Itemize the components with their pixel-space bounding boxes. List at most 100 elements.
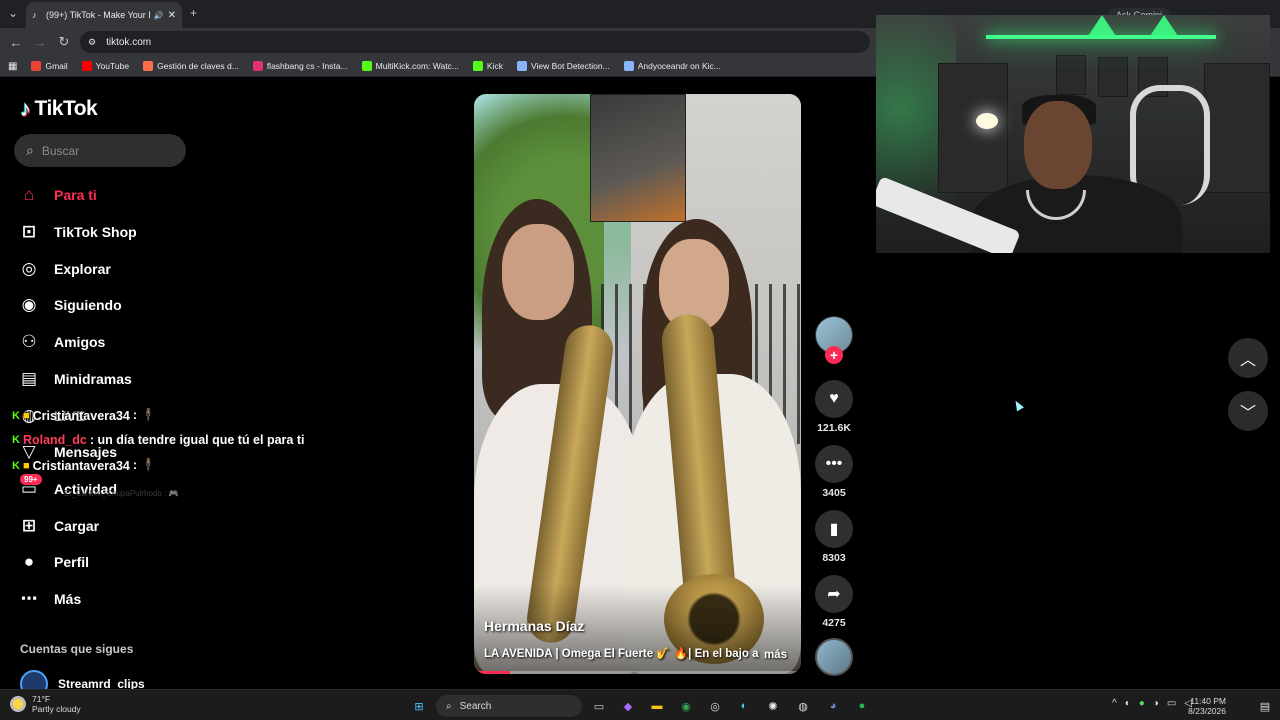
more-icon: ⋯ — [20, 589, 38, 608]
site-info-icon[interactable]: ⚙ — [88, 37, 96, 48]
discord-icon[interactable]: ◕ — [824, 697, 842, 715]
forward-icon[interactable]: → — [28, 35, 52, 50]
weather-widget[interactable]: 71°F Partly cloudy — [10, 694, 81, 714]
tab-close-icon[interactable]: ✕ — [168, 10, 176, 21]
chat-text: : 🕴 — [132, 408, 157, 422]
bookmark-item[interactable]: Gmail — [31, 61, 68, 71]
notification-icon[interactable]: ▤ — [1256, 697, 1274, 715]
sidebar-item-explorar[interactable]: ◎ Explorar — [18, 258, 111, 280]
profile-icon: ● — [23, 552, 35, 571]
bookmark-item[interactable]: YouTube — [81, 61, 129, 71]
chat-user: Cristiantavera34 — [32, 408, 130, 423]
follow-plus-button[interactable]: + — [825, 346, 843, 364]
reload-icon[interactable]: ↻ — [52, 34, 76, 50]
chrome-icon[interactable]: ◉ — [677, 697, 695, 715]
sidebar-item-label: TikTok Shop — [54, 224, 137, 240]
shop-icon: ⊡ — [21, 222, 37, 241]
sidebar-item-label: Siguiendo — [54, 297, 122, 313]
avatar-icon: ◉ — [21, 295, 37, 314]
music-disc-avatar[interactable] — [815, 638, 853, 676]
bookmark-label: Andyoceandr on Kic... — [637, 61, 721, 71]
more-link[interactable]: más — [764, 649, 787, 661]
bookmark-favicon-icon — [252, 61, 263, 71]
search-placeholder: Buscar — [41, 143, 80, 158]
copilot-icon[interactable]: ◆ — [619, 697, 637, 715]
mic-icon[interactable]: ● — [1139, 698, 1145, 709]
tab-list-icon[interactable]: ⌄ — [8, 6, 18, 20]
bookmark-item[interactable]: Andyoceandr on Kic... — [623, 61, 721, 71]
new-tab-icon[interactable]: + — [190, 6, 197, 20]
kick-icon: K — [12, 459, 20, 472]
acoustic-panel — [938, 63, 1008, 193]
video-progress[interactable] — [474, 671, 801, 674]
bookmark-item[interactable]: Gestión de claves d... — [143, 61, 239, 71]
bookmark-item[interactable]: MultiKick.com: Watc... — [361, 61, 459, 71]
share-count: 4275 — [822, 617, 846, 629]
system-tray[interactable]: ^ ◐ ● ◑ ▭ ◁ — [1112, 698, 1192, 709]
app-icon[interactable]: ✺ — [764, 697, 782, 715]
tiktok-logo[interactable]: ♪ TikTok — [20, 96, 98, 122]
share-icon[interactable]: ➦ — [815, 575, 853, 613]
back-icon[interactable]: ← — [4, 35, 28, 50]
home-icon: ⌂ — [23, 185, 35, 204]
chevron-up-icon[interactable]: ^ — [1112, 698, 1117, 709]
sidebar-item-tiktok-shop[interactable]: ⊡ TikTok Shop — [18, 221, 137, 243]
sidebar-item-cargar[interactable]: ⊞ Cargar — [18, 515, 99, 537]
friends-icon: ⚇ — [21, 332, 37, 351]
search-input[interactable]: ⌕ Buscar — [14, 134, 186, 167]
taskbar-search[interactable]: ⌕ Search — [436, 695, 582, 717]
sidebar-item-amigos[interactable]: ⚇ Amigos — [18, 331, 105, 353]
bookmark-item[interactable]: flashbang cs - Insta... — [252, 61, 348, 71]
spotify-icon[interactable]: ● — [853, 697, 871, 715]
windows-start-icon[interactable]: ⊞ — [410, 697, 428, 715]
heart-icon[interactable]: ♥ — [815, 380, 853, 418]
bookmark-item[interactable]: View Bot Detection... — [516, 61, 610, 71]
edge-icon[interactable]: ◐ — [735, 697, 753, 715]
sidebar-item-más[interactable]: ⋯ Más — [18, 588, 82, 610]
apps-icon[interactable]: ▦ — [8, 61, 17, 72]
address-bar[interactable]: ⚙ tiktok.com — [80, 31, 870, 53]
clock[interactable]: 11:40 PM 8/23/2026 — [1188, 696, 1226, 716]
save-action[interactable]: ▮ 8303 — [814, 510, 854, 564]
screen: ⌄ ♪ (99+) TikTok - Make Your D... 🔊 ✕ + … — [0, 0, 1280, 720]
bookmark-favicon-icon — [361, 61, 372, 71]
app-icon[interactable]: ◎ — [706, 697, 724, 715]
weather-desc: Partly cloudy — [32, 704, 81, 714]
network-icon[interactable]: ▭ — [1167, 698, 1176, 709]
bass-player-inset — [590, 94, 686, 222]
bookmark-favicon-icon — [472, 61, 483, 71]
task-view-icon[interactable]: ▭ — [590, 697, 608, 715]
sidebar-item-minidramas[interactable]: ▤ Minidramas — [18, 368, 132, 390]
tray-app-icon[interactable]: ◐ — [1125, 698, 1131, 709]
sidebar-item-label: Explorar — [54, 261, 111, 277]
search-icon: ⌕ — [446, 700, 452, 712]
chat-user: Roland_dc — [22, 433, 87, 447]
sidebar-item-perfil[interactable]: ● Perfil — [18, 551, 89, 573]
save-count: 8303 — [822, 552, 846, 564]
chevron-down-icon[interactable]: ﹀ — [1228, 391, 1268, 431]
subscriber-icon: ■ — [22, 459, 30, 472]
sidebar-item-label: Más — [54, 591, 82, 607]
weather-icon — [10, 696, 26, 712]
obs-icon[interactable]: ◍ — [794, 697, 812, 715]
sidebar-item-siguiendo[interactable]: ◉ Siguiendo — [18, 294, 122, 316]
comment-icon[interactable]: ••• — [815, 445, 853, 483]
video-player[interactable]: Hermanas Díaz LA AVENIDA | Omega El Fuer… — [474, 94, 801, 674]
bookmark-icon[interactable]: ▮ — [815, 510, 853, 548]
bookmark-favicon-icon — [623, 61, 634, 71]
bookmark-item[interactable]: Kick — [472, 61, 503, 71]
bookmark-label: Gmail — [45, 61, 68, 71]
bookmark-favicon-icon — [31, 61, 42, 71]
file-explorer-icon[interactable]: ▬ — [648, 697, 666, 715]
share-action[interactable]: ➦ 4275 — [814, 575, 854, 629]
comment-action[interactable]: ••• 3405 — [814, 445, 854, 499]
performer-left-face — [502, 224, 574, 320]
video-author[interactable]: Hermanas Díaz — [484, 618, 584, 634]
tray-app-icon[interactable]: ◑ — [1153, 698, 1159, 709]
speaker-icon[interactable]: 🔊 — [154, 11, 164, 20]
browser-tab[interactable]: ♪ (99+) TikTok - Make Your D... 🔊 ✕ — [26, 2, 182, 28]
sidebar-item-para-ti[interactable]: ⌂ Para ti — [18, 184, 97, 206]
chevron-up-icon[interactable]: ︿ — [1228, 338, 1268, 378]
like-action[interactable]: ♥ 121.6K — [814, 380, 854, 434]
acoustic-panel — [1204, 63, 1270, 193]
